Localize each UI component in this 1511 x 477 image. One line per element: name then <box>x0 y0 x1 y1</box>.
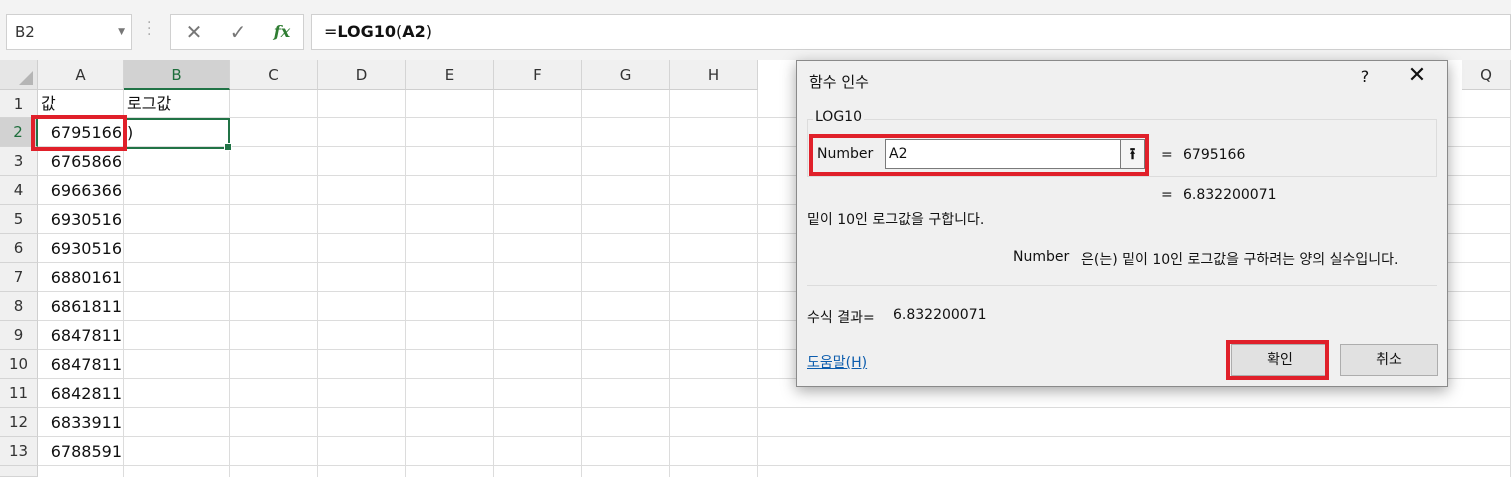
cell-a11[interactable]: 6842811 <box>38 379 124 408</box>
row-header-partial <box>0 466 38 477</box>
func-equals: = <box>1161 187 1173 203</box>
name-box-value: B2 <box>15 23 35 41</box>
function-description: 밑이 10인 로그값을 구합니다. <box>807 212 985 228</box>
column-header-q[interactable]: Q <box>1462 60 1511 90</box>
cell-a3[interactable]: 6765866 <box>38 147 124 176</box>
gridline-col <box>317 90 318 477</box>
ok-button[interactable]: 확인 <box>1231 344 1329 376</box>
formula-prefix: = <box>324 22 338 41</box>
row-header-12[interactable]: 12 <box>0 408 38 437</box>
gridline-col <box>669 90 670 477</box>
gridline-col <box>757 90 758 477</box>
row-header-6[interactable]: 6 <box>0 234 38 263</box>
formula-buttons: ✕ ✓ fx <box>170 14 304 50</box>
arg-result: 6795166 <box>1183 147 1246 163</box>
cell-a6[interactable]: 6930516 <box>38 234 124 263</box>
gridline-col <box>581 90 582 477</box>
column-header-a[interactable]: A <box>38 60 124 90</box>
column-header-b[interactable]: B <box>124 60 230 90</box>
function-arguments-dialog: 함수 인수 ? ✕ LOG10 Number A2 ⭱ = 6795166 = … <box>796 60 1448 387</box>
arg-equals: = <box>1161 147 1173 163</box>
arg-description-name: Number <box>1013 249 1070 265</box>
number-arg-label: Number <box>817 146 874 162</box>
row-header-1[interactable]: 1 <box>0 90 38 118</box>
cell-a2[interactable]: 6795166 <box>38 118 124 147</box>
gridline-row <box>38 436 1511 437</box>
column-header-g[interactable]: G <box>582 60 670 90</box>
cell-a12[interactable]: 6833911 <box>38 408 124 437</box>
cell-a10[interactable]: 6847811 <box>38 350 124 379</box>
row-header-2[interactable]: 2 <box>0 118 38 147</box>
cell-a4[interactable]: 6966366 <box>38 176 124 205</box>
cell-a7[interactable]: 6880161 <box>38 263 124 292</box>
cell-b1[interactable]: 로그값 <box>124 90 230 118</box>
formula-argument: A2 <box>402 22 426 41</box>
column-header-h[interactable]: H <box>670 60 758 90</box>
row-header-9[interactable]: 9 <box>0 321 38 350</box>
column-header-c[interactable]: C <box>230 60 318 90</box>
cell-a8[interactable]: 6861811 <box>38 292 124 321</box>
cell-a13[interactable]: 6788591 <box>38 437 124 466</box>
gridline-row <box>38 465 1511 466</box>
active-cell-border <box>124 118 232 151</box>
column-header-d[interactable]: D <box>318 60 406 90</box>
cell-a1[interactable]: 값 <box>38 90 124 118</box>
row-header-3[interactable]: 3 <box>0 147 38 176</box>
name-box[interactable]: B2 ▼ <box>6 14 132 50</box>
formula-result-value: 6.832200071 <box>893 307 987 323</box>
chevron-down-icon[interactable]: ▼ <box>118 15 125 49</box>
function-name: LOG10 <box>813 109 864 125</box>
row-header-7[interactable]: 7 <box>0 263 38 292</box>
formula-input[interactable]: =LOG10(A2) <box>311 14 1511 50</box>
row-header-5[interactable]: 5 <box>0 205 38 234</box>
cancel-icon[interactable]: ✕ <box>179 15 209 49</box>
formula-function: LOG10 <box>337 22 397 41</box>
formula-close-paren: ) <box>425 22 433 41</box>
row-header-13[interactable]: 13 <box>0 437 38 466</box>
formula-result-label: 수식 결과= <box>807 310 875 326</box>
collapse-dialog-icon[interactable]: ⭱ <box>1121 139 1145 169</box>
row-header-4[interactable]: 4 <box>0 176 38 205</box>
func-result: 6.832200071 <box>1183 187 1277 203</box>
arg-description-text: 은(는) 밑이 10인 로그값을 구하려는 양의 실수입니다. <box>1081 252 1399 268</box>
divider <box>807 285 1437 286</box>
row-header-10[interactable]: 10 <box>0 350 38 379</box>
cell-a9[interactable]: 6847811 <box>38 321 124 350</box>
column-header-f[interactable]: F <box>494 60 582 90</box>
row-header-11[interactable]: 11 <box>0 379 38 408</box>
select-all-corner[interactable] <box>0 60 38 90</box>
more-vertical-icon: · · · <box>147 15 152 43</box>
gridline-col <box>493 90 494 477</box>
help-link[interactable]: 도움말(H) <box>807 352 867 372</box>
gridline-row <box>38 407 1511 408</box>
close-icon[interactable]: ✕ <box>1403 63 1431 88</box>
cancel-button[interactable]: 취소 <box>1340 344 1438 376</box>
insert-function-icon[interactable]: fx <box>267 15 297 49</box>
gridline-col <box>405 90 406 477</box>
formula-bar: B2 ▼ · · · ✕ ✓ fx =LOG10(A2) <box>0 0 1511 60</box>
column-header-e[interactable]: E <box>406 60 494 90</box>
enter-icon[interactable]: ✓ <box>223 15 253 49</box>
help-icon[interactable]: ? <box>1353 67 1377 86</box>
number-arg-input[interactable]: A2 <box>885 139 1121 169</box>
row-header-8[interactable]: 8 <box>0 292 38 321</box>
dialog-title: 함수 인수 <box>809 73 869 91</box>
cell-a5[interactable]: 6930516 <box>38 205 124 234</box>
